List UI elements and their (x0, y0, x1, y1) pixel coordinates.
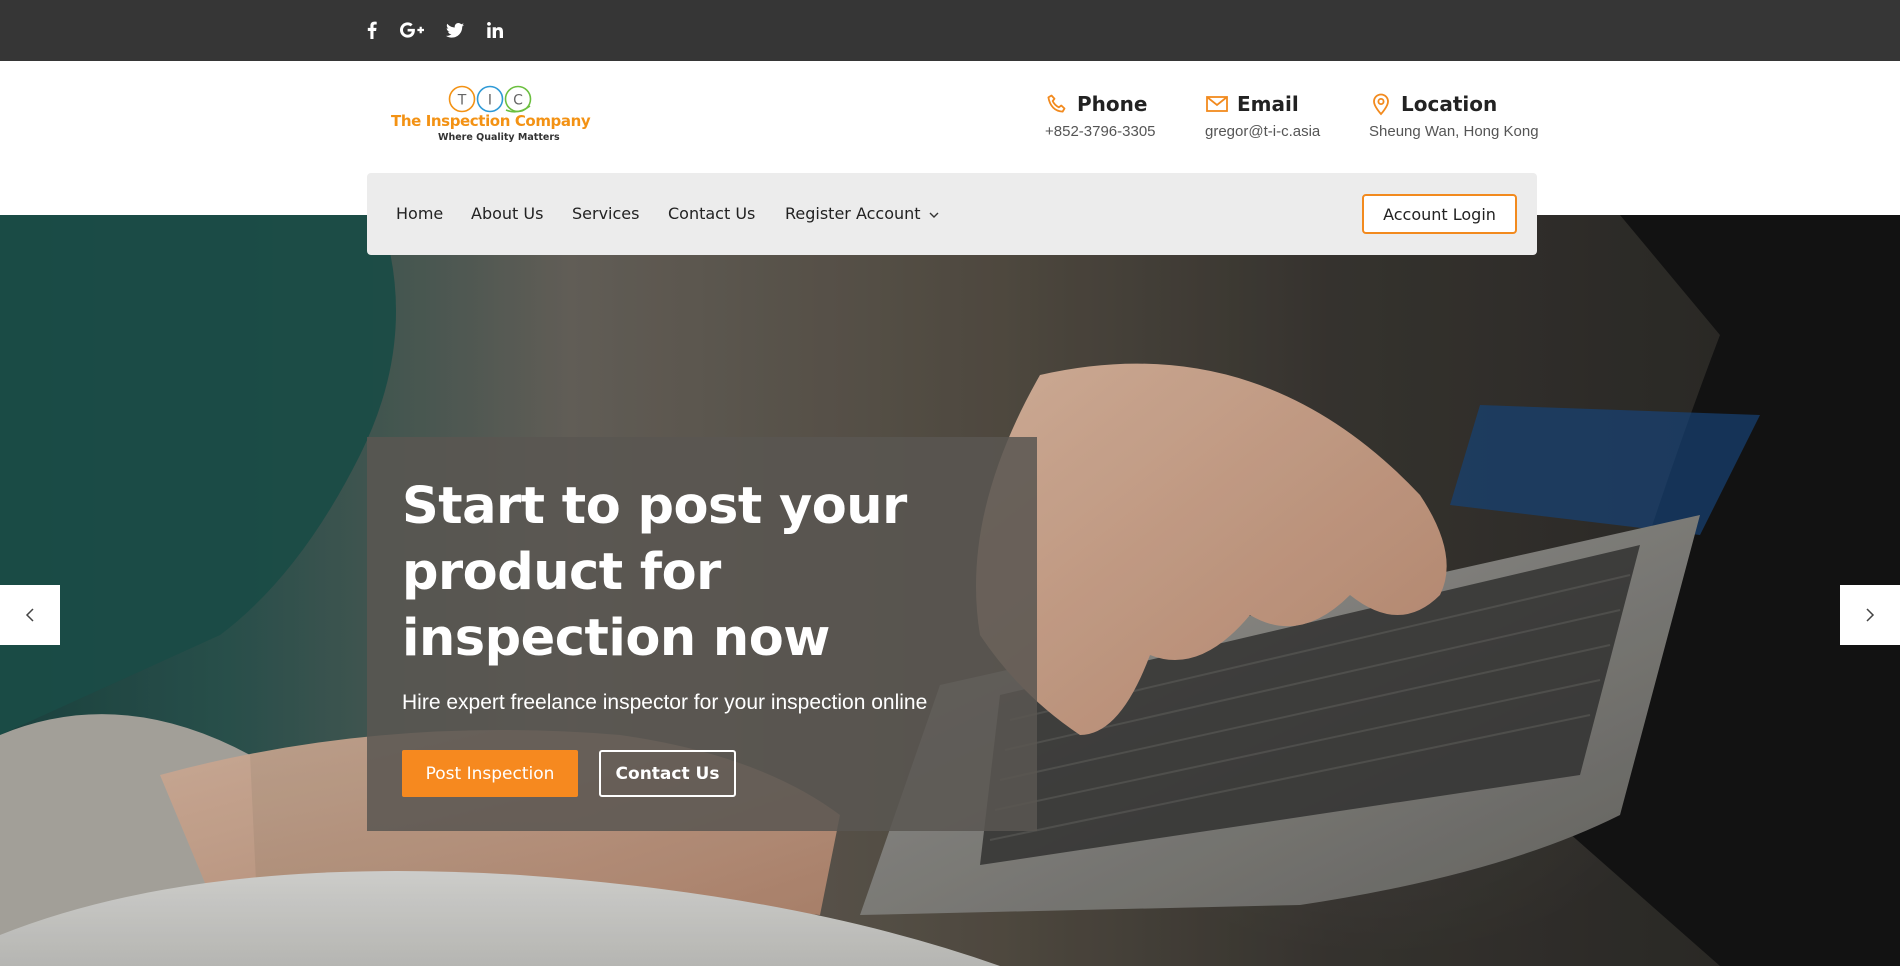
nav-about-us[interactable]: About Us (471, 204, 543, 223)
contact-phone: Phone +852-3796-3305 (1045, 92, 1156, 140)
contact-location: Location Sheung Wan, Hong Kong (1369, 92, 1539, 140)
linkedin-icon[interactable] (487, 18, 503, 42)
nav-home[interactable]: Home (396, 204, 443, 223)
svg-text:I: I (488, 93, 492, 109)
hero-subtitle: Hire expert freelance inspector for your… (402, 691, 928, 714)
google-plus-icon[interactable] (400, 18, 424, 42)
nav-register-account[interactable]: Register Account (785, 204, 939, 223)
company-logo[interactable]: T I C The Inspection Company Where Quali… (390, 84, 596, 144)
location-value: Sheung Wan, Hong Kong (1369, 123, 1539, 140)
slider-next-button[interactable] (1840, 585, 1900, 645)
hero-contact-us-button[interactable]: Contact Us (599, 750, 736, 797)
twitter-icon[interactable] (446, 18, 464, 42)
email-title: Email (1237, 92, 1299, 116)
logo-company-name: The Inspection Company (391, 112, 591, 130)
email-value: gregor@t-i-c.asia (1205, 123, 1321, 140)
logo-tagline: Where Quality Matters (438, 132, 560, 143)
svg-text:C: C (513, 93, 523, 109)
nav-register-account-label: Register Account (785, 204, 921, 223)
social-top-bar (0, 0, 1900, 61)
hero-title: Start to post your product for inspectio… (402, 477, 907, 668)
location-pin-icon (1373, 93, 1389, 116)
phone-icon (1047, 94, 1066, 113)
hero-caption-box: Start to post your product for inspectio… (367, 437, 1037, 831)
nav-contact-us[interactable]: Contact Us (668, 204, 755, 223)
phone-value: +852-3796-3305 (1045, 123, 1156, 140)
facebook-icon[interactable] (364, 18, 380, 42)
slider-prev-button[interactable] (0, 585, 60, 645)
nav-services[interactable]: Services (572, 204, 639, 223)
logo-circles-icon: T I C (448, 85, 532, 113)
chevron-left-icon (25, 608, 34, 622)
account-login-button[interactable]: Account Login (1362, 194, 1517, 234)
chevron-right-icon (1866, 608, 1875, 622)
svg-text:T: T (457, 93, 467, 109)
contact-email: Email gregor@t-i-c.asia (1205, 92, 1320, 140)
email-icon (1206, 96, 1228, 112)
hero-slider: Start to post your product for inspectio… (0, 215, 1900, 966)
post-inspection-button[interactable]: Post Inspection (402, 750, 578, 797)
main-navbar: Home About Us Services Contact Us Regist… (367, 173, 1537, 255)
chevron-down-icon (929, 212, 939, 218)
phone-title: Phone (1077, 92, 1148, 116)
location-title: Location (1401, 92, 1498, 116)
